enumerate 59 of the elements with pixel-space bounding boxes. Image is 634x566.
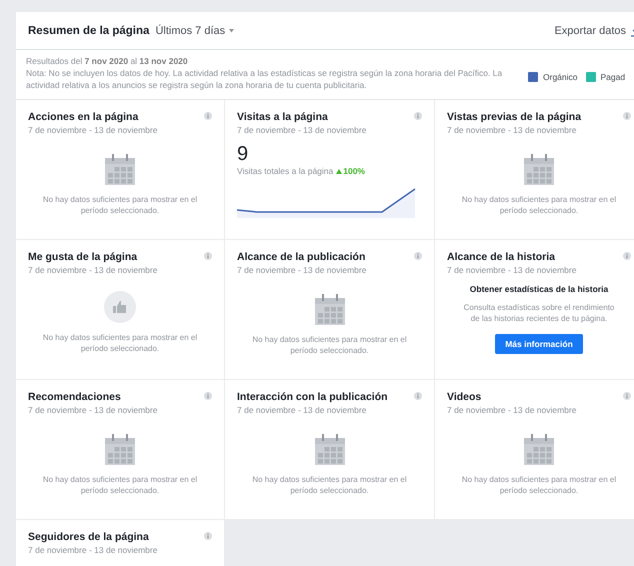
metric-value: 9 [237,143,250,166]
info-icon[interactable] [623,392,631,400]
no-data-message: No hay datos suficientes para mostrar en el período seleccionado. [460,194,618,216]
calendar-icon [523,153,555,185]
date-range: 7 de noviembre - 13 de noviembre [28,545,158,555]
card-title: Alcance de la publicación [237,251,366,263]
no-data-message: No hay datos suficientes para mostrar en el período seleccionado. [251,334,408,356]
date-range: 7 de noviembre - 13 de noviembre [447,265,578,275]
info-icon[interactable] [204,112,212,120]
legend-label: Pagad [600,72,626,82]
date-range: 7 de noviembre - 13 de noviembre [237,405,368,415]
metric-caption: Visitas totales a la página [237,166,334,176]
info-icon[interactable] [204,392,212,400]
card-title: Interacción con la publicación [237,391,388,403]
no-data-message: No hay datos suficientes para mostrar en el período seleccionado. [42,332,198,354]
calendar-icon [104,153,136,185]
calendar-icon [314,433,346,465]
card-title: Vistas previas de la página [447,111,582,123]
story-description: Consulta estadísticas sobre el rendimiento de las historias recientes de tu página. [462,302,616,324]
calendar-icon [523,433,555,465]
card-title: Visitas a la página [237,111,328,123]
info-icon[interactable] [414,392,422,400]
card-title: Alcance de la historia [447,251,555,263]
date-range-dropdown[interactable]: Últimos 7 días [155,24,234,36]
no-data-message: No hay datos suficientes para mostrar en el período seleccionado. [251,474,408,496]
timezone-note: Nota: No se incluyen los datos de hoy. La actividad relativa a las estadísticas se registra según la zona horaria del Pacífico. La actividad relativa a los anuncios se registra según la zona horaria de tu cuenta publicitaria. [26,67,504,91]
date-range: 7 de noviembre - 13 de noviembre [28,405,158,415]
date-range: 7 de noviembre - 13 de noviembre [237,125,368,135]
no-data-message: No hay datos suficientes para mostrar en el período seleccionado. [42,474,198,496]
export-data-link[interactable]: Exportar datos [554,24,634,36]
more-info-button[interactable]: Más información [495,334,583,354]
card-title: Seguidores de la página [28,531,149,543]
story-heading: Obtener estadísticas de la historia [468,284,610,294]
card-title: Recomendaciones [28,391,121,403]
calendar-icon [104,433,136,465]
page-summary-title: Resumen de la página [28,24,150,36]
legend-label: Orgánico [543,72,578,82]
no-data-message: No hay datos suficientes para mostrar en el período seleccionado. [460,474,618,496]
date-range: 7 de noviembre - 13 de noviembre [237,265,368,275]
date-range: 7 de noviembre - 13 de noviembre [447,125,578,135]
results-range: Resultados del 7 nov 2020 al 13 nov 2020 [26,56,189,66]
date-range: 7 de noviembre - 13 de noviembre [28,265,158,275]
up-triangle-icon [336,168,342,174]
change-percent: 100% [336,166,365,176]
card-title: Videos [447,391,482,403]
thumbs-up-icon [104,291,136,323]
no-data-message: No hay datos suficientes para mostrar en el período seleccionado. [42,194,198,216]
info-icon[interactable] [623,112,631,120]
info-icon[interactable] [414,252,422,260]
info-icon[interactable] [204,532,212,540]
date-range: 7 de noviembre - 13 de noviembre [447,405,578,415]
info-icon[interactable] [623,252,631,260]
caret-icon [229,28,234,33]
card-title: Me gusta de la página [28,251,138,263]
info-icon[interactable] [414,112,422,120]
info-icon[interactable] [204,252,212,260]
card-title: Acciones en la página [28,111,138,123]
calendar-icon [314,293,346,325]
date-range: 7 de noviembre - 13 de noviembre [28,125,158,135]
